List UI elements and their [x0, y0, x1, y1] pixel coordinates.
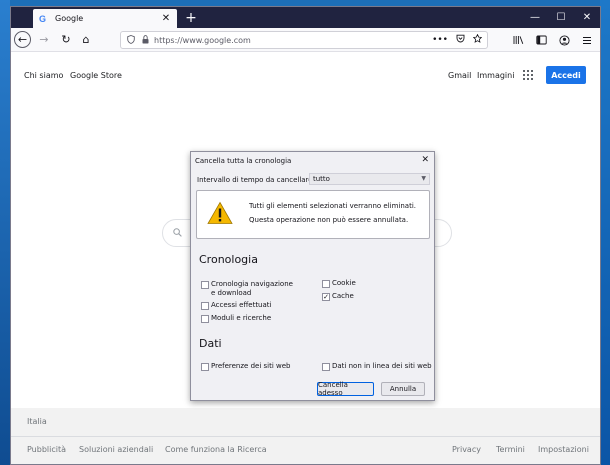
checkbox-form-history[interactable]: Moduli e ricerche: [201, 314, 271, 323]
time-range-value: tutto: [313, 175, 330, 183]
warning-icon: [207, 201, 233, 227]
search-icon: [173, 228, 182, 240]
dialog-title: Cancella tutta la cronologia: [195, 157, 292, 165]
apps-grid-icon[interactable]: [523, 70, 533, 80]
desktop-background-right: [600, 0, 610, 465]
library-icon[interactable]: [509, 31, 527, 49]
about-link[interactable]: Chi siamo: [24, 71, 63, 80]
dialog-close-icon[interactable]: ✕: [421, 155, 429, 165]
chevron-down-icon: ▼: [421, 175, 426, 182]
checkbox-cookies[interactable]: Cookie: [322, 279, 356, 288]
footer-link-business[interactable]: Soluzioni aziendali: [79, 445, 153, 454]
checkbox-label: Preferenze dei siti web: [211, 362, 291, 370]
checkbox-label: Cache: [332, 292, 354, 300]
minimize-button[interactable]: —: [521, 7, 549, 28]
new-tab-button[interactable]: +: [183, 10, 199, 26]
checkbox-box[interactable]: [322, 363, 330, 371]
checkbox-box[interactable]: [201, 281, 209, 289]
tab-title: Google: [55, 14, 84, 23]
reload-button[interactable]: ↻: [57, 31, 75, 49]
url-bar[interactable]: https://www.google.com •••: [120, 31, 488, 49]
time-range-select[interactable]: tutto ▼: [309, 173, 430, 185]
checkbox-site-preferences[interactable]: Preferenze dei siti web: [201, 362, 290, 371]
page-footer: Italia Pubblicità Soluzioni aziendali Co…: [11, 408, 600, 464]
menu-icon[interactable]: [578, 31, 596, 49]
account-icon[interactable]: [555, 31, 573, 49]
bookmark-star-icon[interactable]: [472, 33, 483, 46]
checkbox-label: Cookie: [332, 279, 356, 287]
signin-button[interactable]: Accedi: [546, 66, 586, 84]
footer-link-advertising[interactable]: Pubblicità: [27, 445, 66, 454]
checkbox-box[interactable]: [201, 302, 209, 310]
footer-country: Italia: [27, 417, 47, 426]
clear-history-dialog: Cancella tutta la cronologia ✕ Intervall…: [190, 151, 435, 401]
google-page: Chi siamo Google Store Gmail Immagini Ac…: [11, 53, 600, 464]
browser-window: G Google ✕ + — ☐ ✕ ← → ↻ ⌂ https://www.g…: [10, 6, 601, 465]
back-button[interactable]: ←: [14, 31, 31, 48]
pocket-icon[interactable]: [456, 34, 465, 46]
checkbox-label: Moduli e ricerche: [211, 314, 272, 322]
sidebar-icon[interactable]: [532, 31, 550, 49]
home-button[interactable]: ⌂: [77, 31, 95, 49]
shield-icon[interactable]: [126, 34, 136, 46]
google-favicon-icon: G: [39, 13, 47, 24]
warning-line-1: Tutti gli elementi selezionati verranno …: [249, 202, 417, 210]
url-text[interactable]: https://www.google.com: [154, 36, 424, 45]
clear-now-button[interactable]: Cancella adesso: [317, 381, 374, 397]
cancel-button[interactable]: Annulla: [381, 382, 425, 396]
checkbox-cache[interactable]: ✓ Cache: [322, 292, 354, 301]
footer-link-settings[interactable]: Impostazioni: [538, 445, 589, 454]
lock-icon[interactable]: [140, 34, 150, 46]
checkbox-box[interactable]: [322, 280, 330, 288]
checkbox-box[interactable]: [201, 315, 209, 323]
desktop-background-left: [0, 0, 10, 465]
data-section-title: Dati: [199, 337, 222, 350]
footer-link-privacy[interactable]: Privacy: [452, 445, 481, 454]
tab-bar: G Google ✕ + — ☐ ✕: [11, 7, 600, 28]
page-actions-icon[interactable]: •••: [432, 35, 448, 45]
footer-link-how-search-works[interactable]: Come funziona la Ricerca: [165, 445, 267, 454]
warning-line-2: Questa operazione non può essere annulla…: [249, 216, 409, 224]
close-tab-icon[interactable]: ✕: [161, 13, 171, 24]
checkbox-box[interactable]: [201, 363, 209, 371]
footer-divider: [11, 436, 600, 437]
checkbox-offline-data[interactable]: Dati non in linea dei siti web: [322, 362, 432, 371]
maximize-button[interactable]: ☐: [547, 7, 575, 28]
close-window-button[interactable]: ✕: [573, 7, 600, 28]
time-range-label: Intervallo di tempo da cancellare:: [197, 176, 315, 184]
navigation-toolbar: ← → ↻ ⌂ https://www.google.com •••: [11, 28, 600, 52]
checkmark-icon[interactable]: ✓: [322, 293, 330, 301]
images-link[interactable]: Immagini: [477, 71, 514, 80]
gmail-link[interactable]: Gmail: [448, 71, 471, 80]
tab-google[interactable]: G Google ✕: [33, 9, 177, 28]
checkbox-label: Accessi effettuati: [211, 301, 272, 309]
checkbox-label: Cronologia navigazione e download: [211, 280, 293, 297]
footer-link-terms[interactable]: Termini: [496, 445, 525, 454]
checkbox-active-logins[interactable]: Accessi effettuati: [201, 301, 271, 310]
warning-box: Tutti gli elementi selezionati verranno …: [196, 190, 430, 239]
store-link[interactable]: Google Store: [70, 71, 122, 80]
forward-button[interactable]: →: [35, 31, 53, 49]
checkbox-label: Dati non in linea dei siti web: [332, 362, 432, 370]
history-section-title: Cronologia: [199, 253, 258, 266]
checkbox-browsing-history[interactable]: Cronologia navigazione e download: [201, 280, 297, 298]
